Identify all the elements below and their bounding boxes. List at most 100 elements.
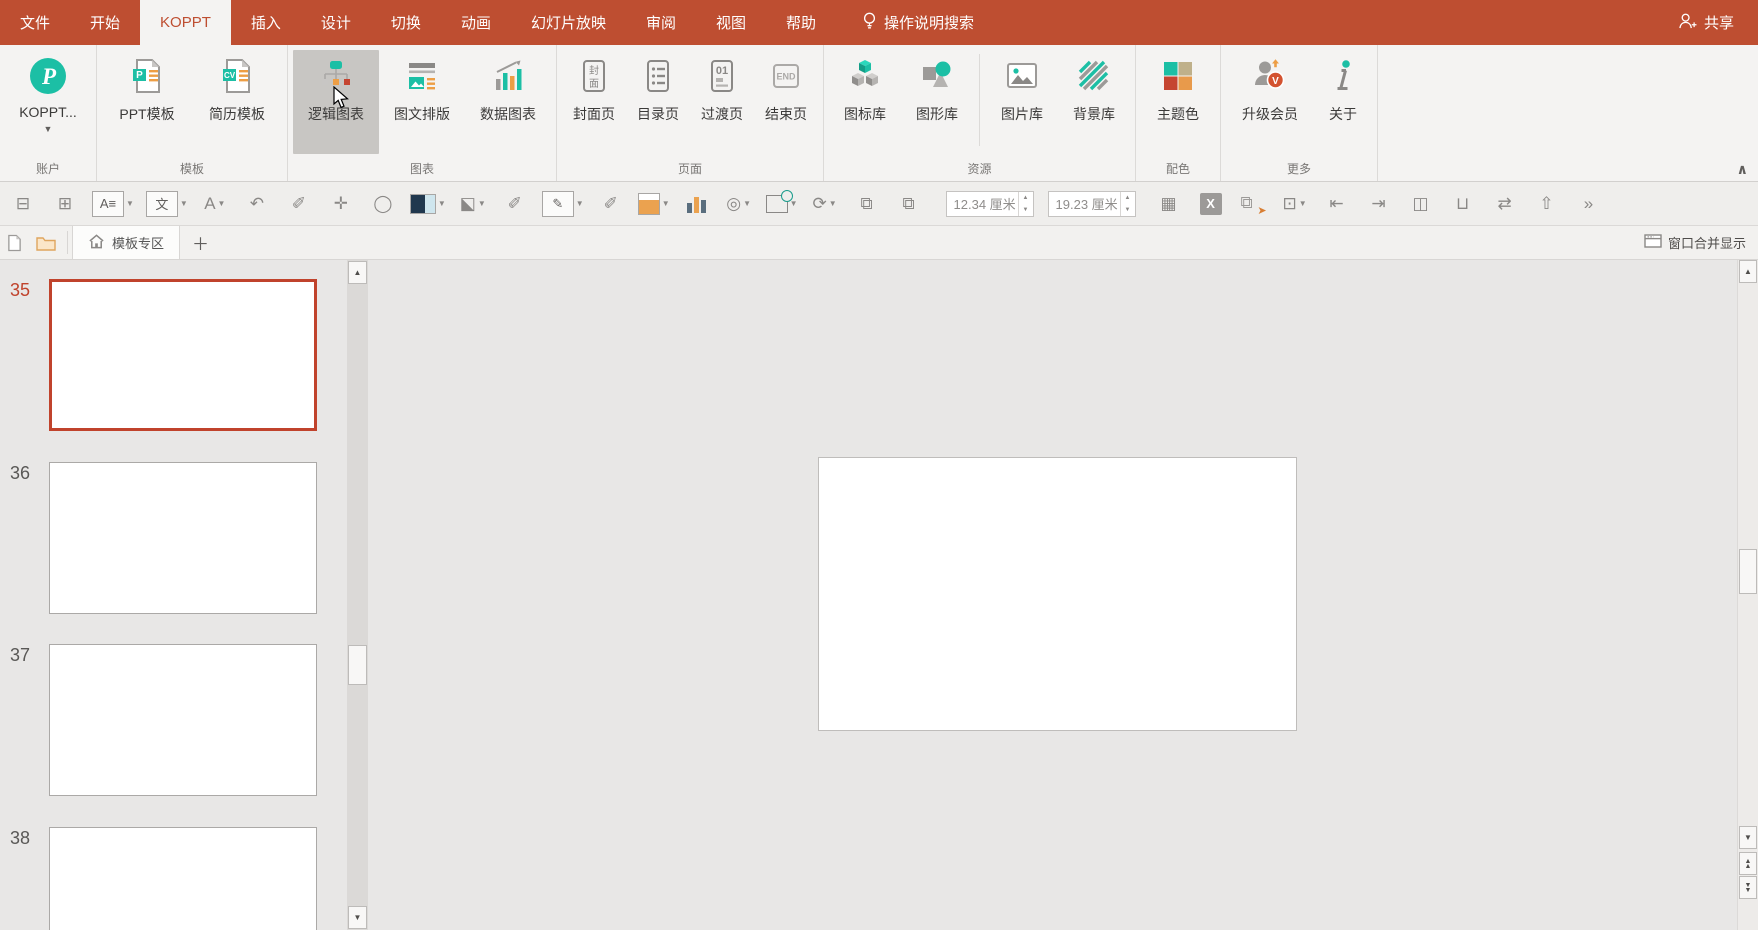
ribbon-button-升级会员[interactable]: V 升级会员 xyxy=(1226,50,1314,154)
add-tab-button[interactable]: ＋ xyxy=(180,226,221,259)
center-horizontal-icon[interactable]: ◫ xyxy=(1406,189,1436,219)
ribbon-button-KOPPT...[interactable]: P KOPPT... ▼ xyxy=(5,50,91,154)
table-grid-icon[interactable]: ▦ xyxy=(1154,189,1184,219)
ribbon-button-label: 关于 xyxy=(1329,106,1357,122)
eyedropper-icon-2[interactable]: ✐ xyxy=(500,189,530,219)
arrange-squares-icon-2[interactable]: ⧉ xyxy=(894,189,924,219)
spin-up-icon[interactable]: ▲ xyxy=(1019,192,1033,204)
spin-down-icon[interactable]: ▼ xyxy=(1019,204,1033,216)
spinner[interactable]: ▲ ▼ xyxy=(1017,191,1033,216)
new-document-button[interactable] xyxy=(0,226,29,259)
ribbon-button-过渡页[interactable]: 01 过渡页 xyxy=(690,50,754,154)
ribbon-button-结束页[interactable]: END 结束页 xyxy=(754,50,818,154)
ribbon-button-label: 目录页 xyxy=(637,106,679,122)
ribbon-button-逻辑图表[interactable]: 逻辑图表 xyxy=(293,50,379,154)
ribbon-button-数据图表[interactable]: 数据图表 xyxy=(465,50,551,154)
menu-tab-切换[interactable]: 切换 xyxy=(371,0,441,45)
next-slide-button[interactable]: ▼ ▼ xyxy=(1739,876,1757,899)
slide-thumbnail-35[interactable] xyxy=(49,279,317,431)
ribbon-button-图标库[interactable]: 图标库 xyxy=(829,50,901,154)
ribbon-button-主题色[interactable]: 主题色 xyxy=(1141,50,1215,154)
ribbon-button-封面页[interactable]: 封面封面页 xyxy=(562,50,626,154)
dropdown-arrow-icon: ▼ xyxy=(437,199,446,208)
shape-fill-swatch[interactable]: ▼ xyxy=(637,189,670,219)
pen-edit-icon[interactable]: ✎ ▼ xyxy=(541,189,584,219)
tell-me-search[interactable]: 操作说明搜索 xyxy=(862,0,974,45)
menu-tab-审阅[interactable]: 审阅 xyxy=(626,0,696,45)
ribbon-button-label: PPT模板 xyxy=(119,106,175,122)
slide-thumbnail-36[interactable] xyxy=(49,461,317,614)
ribbon-button-图片库[interactable]: 图片库 xyxy=(986,50,1058,154)
spin-down-icon[interactable]: ▼ xyxy=(1121,204,1135,216)
distribute-objects-icon[interactable]: ⊞ xyxy=(50,189,80,219)
ribbon-button-关于[interactable]: 关于 xyxy=(1314,50,1372,154)
align-right-arrow-icon[interactable]: ⇥ xyxy=(1364,189,1394,219)
menu-tab-文件[interactable]: 文件 xyxy=(0,0,70,45)
shape-node-icon[interactable]: ▼ xyxy=(765,189,798,219)
thumbnail-scrollbar[interactable]: ▲ ▼ xyxy=(347,260,368,930)
shape-height-input[interactable]: 19.23 厘米 ▲ ▼ xyxy=(1047,190,1136,217)
cjk-text-style-icon[interactable]: 文 ▼ xyxy=(145,189,188,219)
canvas-scrollbar[interactable]: ▲ ▼ ▲ ▲ ▼ ▼ xyxy=(1737,260,1758,930)
menu-tab-动画[interactable]: 动画 xyxy=(441,0,511,45)
ribbon-button-简历模板[interactable]: CV 简历模板 xyxy=(192,50,282,154)
mini-chart-icon[interactable] xyxy=(682,189,712,219)
format-painter-icon[interactable]: ✛ xyxy=(326,189,356,219)
ribbon-button-图形库[interactable]: 图形库 xyxy=(901,50,973,154)
ribbon-group-页面: 封面封面页 目录页 01 过渡页 END 结束页页面 xyxy=(557,45,824,181)
previous-slide-button[interactable]: ▲ ▲ xyxy=(1739,852,1757,875)
menu-tab-幻灯片放映[interactable]: 幻灯片放映 xyxy=(511,0,626,45)
align-left-arrow-icon[interactable]: ⇤ xyxy=(1322,189,1352,219)
canvas-scroll-down-button[interactable]: ▼ xyxy=(1739,826,1757,849)
menu-tab-插入[interactable]: 插入 xyxy=(231,0,301,45)
slide-canvas[interactable] xyxy=(818,457,1297,731)
frame-icon[interactable]: ⊡ ▼ xyxy=(1280,189,1310,219)
center-vertical-icon[interactable]: ⊔ xyxy=(1448,189,1478,219)
slide-thumbnail-37[interactable] xyxy=(49,644,317,796)
delete-x-icon[interactable]: X xyxy=(1196,189,1226,219)
ellipse-tool-icon[interactable]: ◯ xyxy=(368,189,398,219)
align-objects-icon[interactable]: ⊟ xyxy=(8,189,38,219)
clear-format-icon[interactable]: ↶ xyxy=(242,189,272,219)
spin-up-icon[interactable]: ▲ xyxy=(1121,192,1135,204)
ribbon-button-背景库[interactable]: 背景库 xyxy=(1058,50,1130,154)
font-color-icon[interactable]: A ▼ xyxy=(200,189,230,219)
rotate-icon[interactable]: ⟳ ▼ xyxy=(810,189,840,219)
ribbon-button-目录页[interactable]: 目录页 xyxy=(626,50,690,154)
spinner[interactable]: ▲ ▼ xyxy=(1119,191,1135,216)
open-folder-button[interactable] xyxy=(29,226,63,259)
tab-template-zone[interactable]: 模板专区 xyxy=(72,226,181,259)
menu-tab-帮助[interactable]: 帮助 xyxy=(766,0,836,45)
move-top-icon[interactable]: ⇧ xyxy=(1532,189,1562,219)
menu-tab-视图[interactable]: 视图 xyxy=(696,0,766,45)
canvas-scroll-up-button[interactable]: ▲ xyxy=(1739,260,1757,283)
ribbon-button-PPT模板[interactable]: P PPT模板 xyxy=(102,50,192,154)
eyedropper-icon[interactable]: ✐ xyxy=(284,189,314,219)
share-button[interactable]: 共享 xyxy=(1704,12,1734,33)
ribbon-button-图文排版[interactable]: 图文排版 xyxy=(379,50,465,154)
more-tools-icon[interactable]: » xyxy=(1574,189,1604,219)
canvas-scrollbar-thumb[interactable] xyxy=(1739,549,1757,594)
paste-target-icon[interactable]: ⧉ ➤ xyxy=(1238,189,1268,219)
ppt-template-icon: P xyxy=(128,57,166,95)
overlap-circles-icon[interactable]: ◎ ▼ xyxy=(724,189,754,219)
merge-windows-button[interactable]: 窗口合并显示 xyxy=(1644,226,1758,259)
slide-thumbnail-38[interactable] xyxy=(49,826,317,930)
scrollbar-thumb[interactable] xyxy=(348,645,367,685)
text-style-icon[interactable]: A≡ ▼ xyxy=(92,189,134,219)
menu-tab-设计[interactable]: 设计 xyxy=(301,0,371,45)
scroll-down-button[interactable]: ▼ xyxy=(348,906,367,929)
shape-width-input[interactable]: 12.34 厘米 ▲ ▼ xyxy=(945,190,1034,217)
fill-color-swatch[interactable]: ▼ xyxy=(409,189,446,219)
arrange-squares-icon[interactable]: ⧉ xyxy=(852,189,882,219)
paint-bucket-icon[interactable]: ⬕ ▼ xyxy=(458,189,488,219)
scroll-up-button[interactable]: ▲ xyxy=(348,261,367,284)
svg-text:P: P xyxy=(41,64,57,89)
swap-picture-icon[interactable]: ⇄ xyxy=(1490,189,1520,219)
collapse-ribbon-button[interactable]: ∧ xyxy=(1737,161,1748,178)
eyedropper-icon-3[interactable]: ✐ xyxy=(596,189,626,219)
ribbon-group-label: 页面 xyxy=(677,161,702,176)
ribbon-group-label: 图表 xyxy=(409,161,434,176)
menu-tab-开始[interactable]: 开始 xyxy=(70,0,140,45)
menu-tab-KOPPT[interactable]: KOPPT xyxy=(140,0,231,45)
